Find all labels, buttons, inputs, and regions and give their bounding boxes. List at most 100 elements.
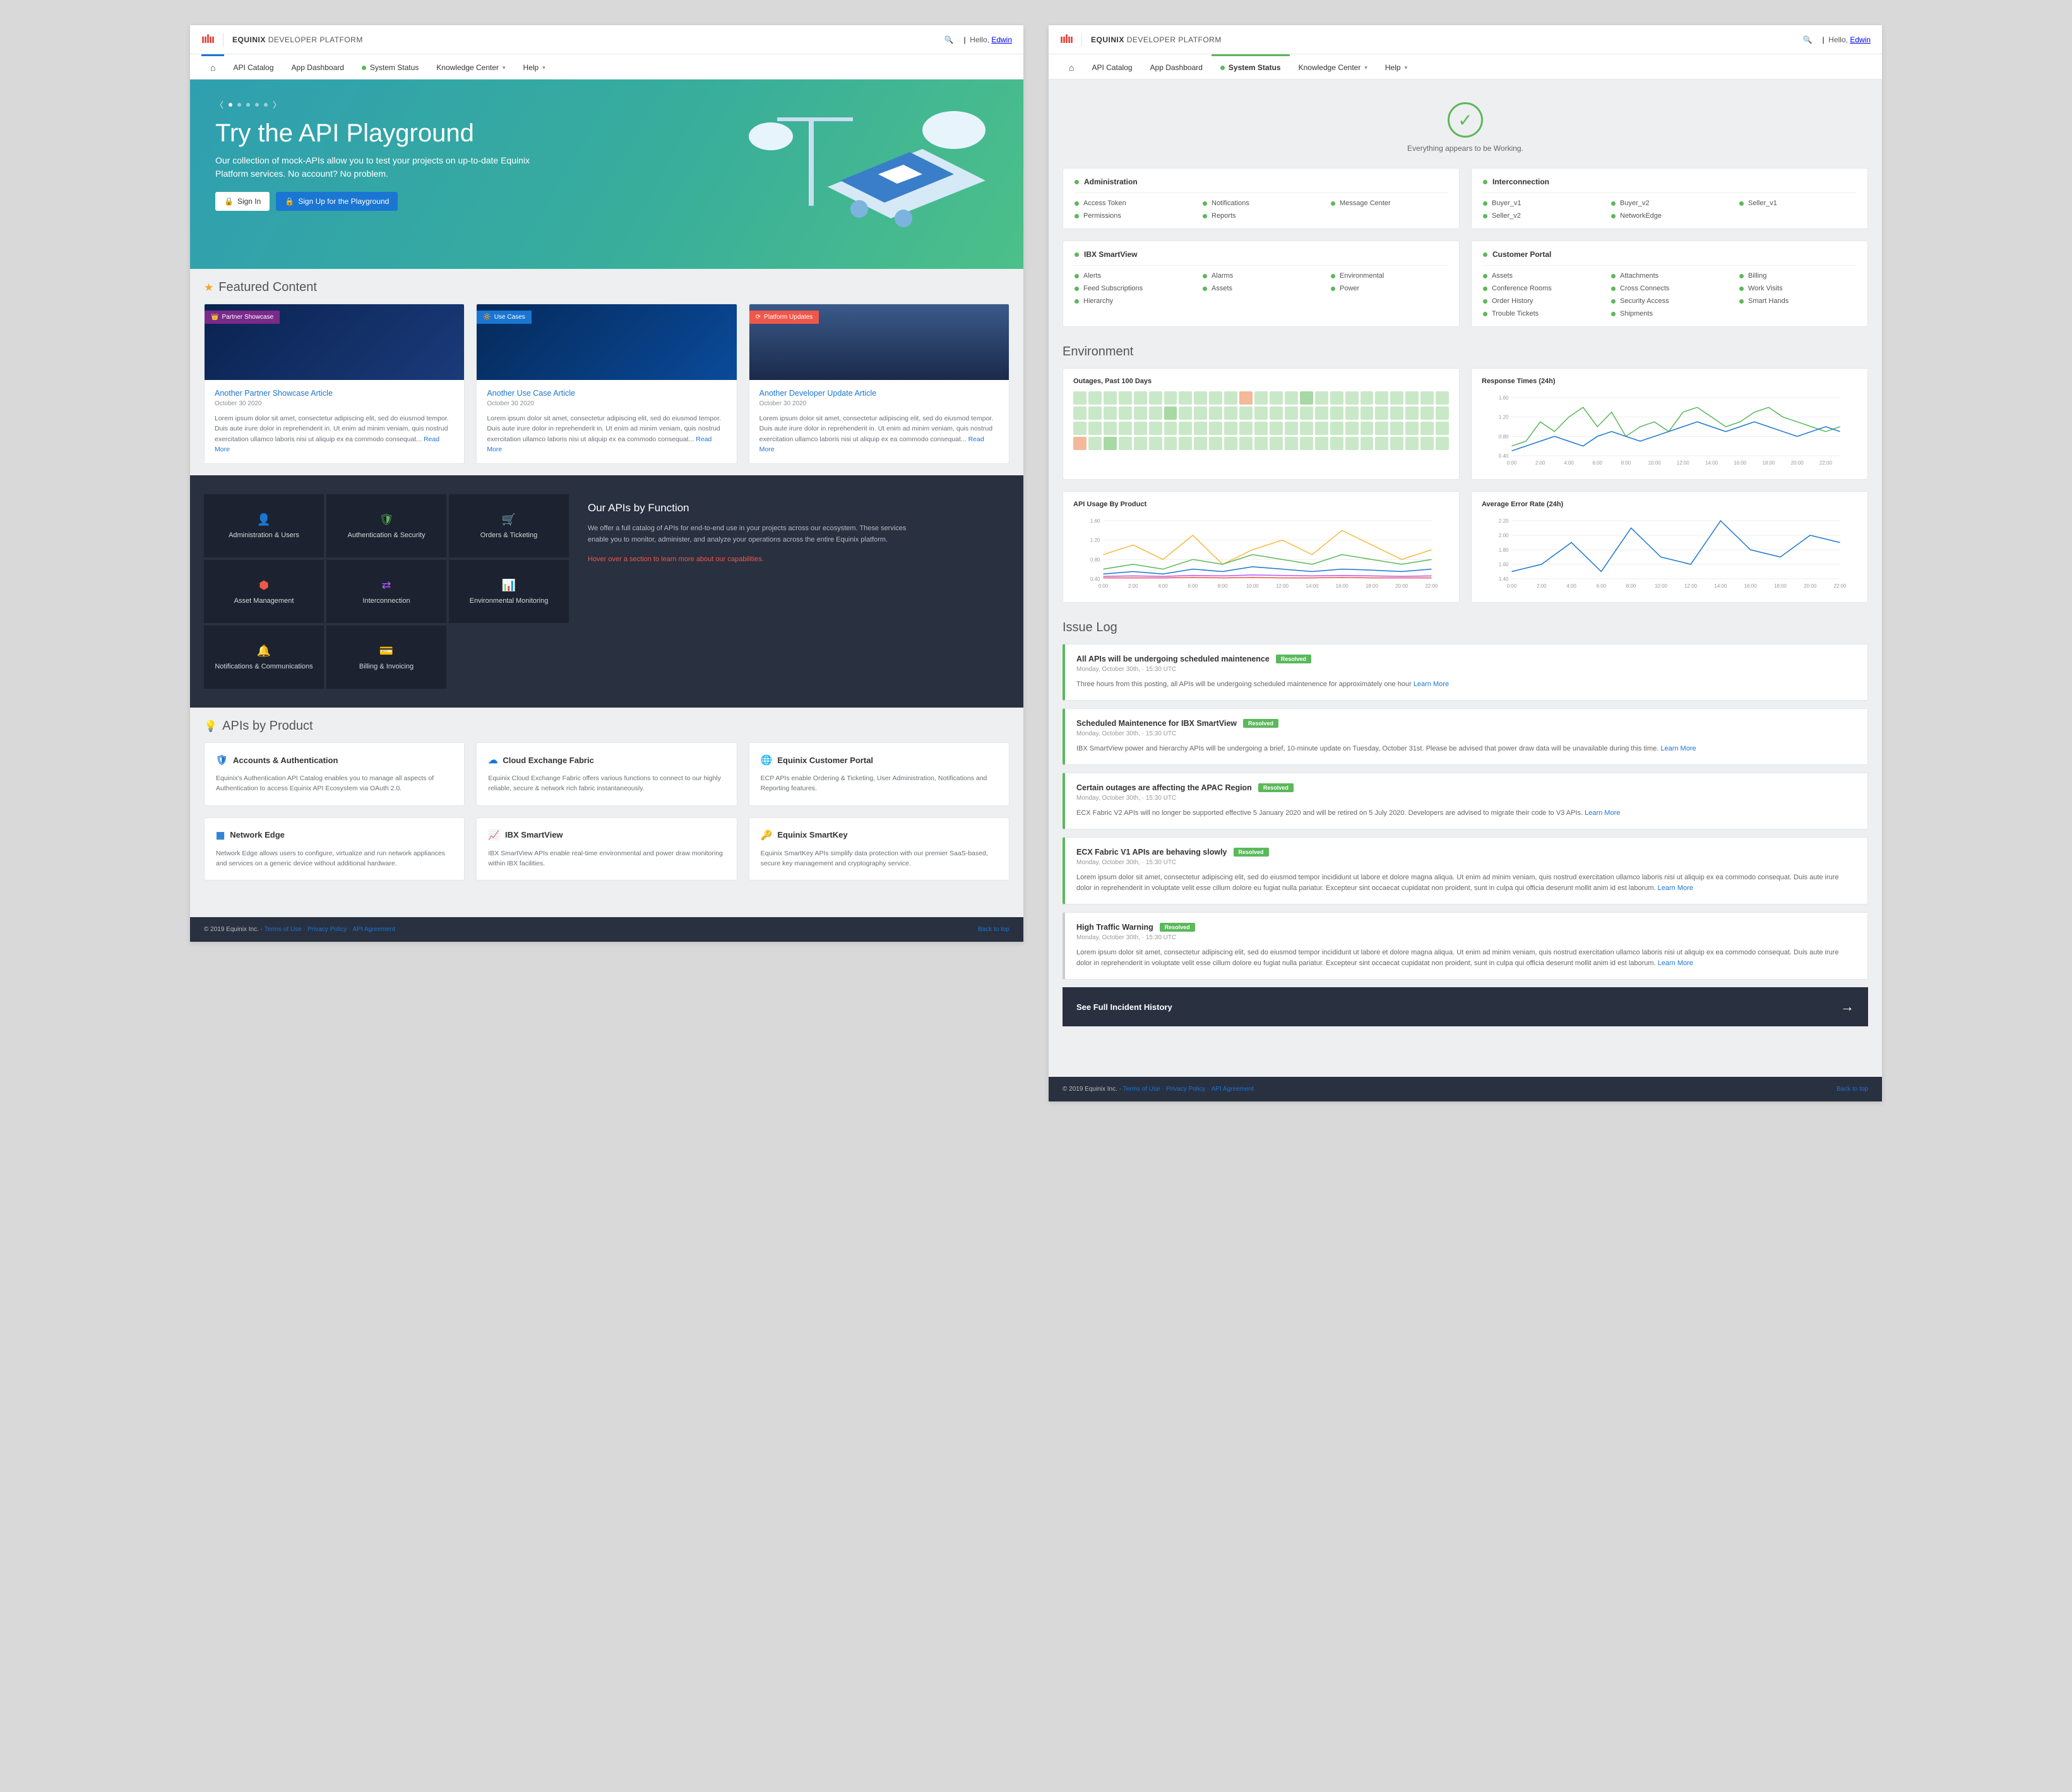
resolved-badge: Resolved xyxy=(1276,655,1311,663)
product-card[interactable]: 📈IBX SmartView IBX SmartView APIs enable… xyxy=(476,817,737,881)
brand-name: EQUINIX xyxy=(232,35,266,44)
footer-link[interactable]: Privacy Policy xyxy=(307,926,347,933)
heatmap-cell xyxy=(1164,406,1177,420)
nav-help[interactable]: Help▾ xyxy=(515,54,554,80)
heatmap-cell xyxy=(1254,406,1268,420)
footer-link[interactable]: API Agreement xyxy=(1212,1086,1254,1093)
star-icon: ★ xyxy=(204,282,213,294)
product-card[interactable]: 🌐Equinix Customer Portal ECP APIs enable… xyxy=(749,742,1009,806)
read-more-link[interactable]: Read More xyxy=(215,436,439,453)
nav-api-catalog[interactable]: API Catalog xyxy=(224,54,282,80)
nav-system-status[interactable]: System Status xyxy=(1212,54,1290,80)
heatmap-cell xyxy=(1134,406,1147,420)
footer-link[interactable]: Terms of Use xyxy=(1123,1086,1160,1093)
function-cell[interactable]: ⇄ Interconnection xyxy=(326,560,446,623)
heatmap-cell xyxy=(1254,437,1268,450)
footer-link[interactable]: API Agreement xyxy=(353,926,395,933)
svg-text:20:00: 20:00 xyxy=(1791,460,1804,466)
learn-more-link[interactable]: Learn More xyxy=(1658,959,1693,967)
status-dot-icon xyxy=(1739,299,1744,304)
pager-dot[interactable] xyxy=(246,103,250,107)
user-link[interactable]: Edwin xyxy=(991,35,1012,44)
signin-button[interactable]: 🔒Sign In xyxy=(215,192,270,211)
status-dot-icon xyxy=(1075,214,1079,218)
product-card[interactable]: ☁Cloud Exchange Fabric Equinix Cloud Exc… xyxy=(476,742,737,806)
heatmap-cell xyxy=(1209,422,1222,435)
svg-text:0:00: 0:00 xyxy=(1507,460,1517,466)
user-link[interactable]: Edwin xyxy=(1850,35,1871,44)
pager-next[interactable]: 〉 xyxy=(273,98,281,110)
logo[interactable]: ıılıı EQUINIX DEVELOPER PLATFORM xyxy=(1060,33,1222,47)
signup-button[interactable]: 🔒Sign Up for the Playground xyxy=(276,192,398,211)
function-cell[interactable]: 🛒 Orders & Ticketing xyxy=(449,494,569,557)
pager-dot[interactable] xyxy=(237,103,241,107)
read-more-link[interactable]: Read More xyxy=(487,436,712,453)
product-icon: 🔑 xyxy=(761,829,773,841)
nav-knowledge-center[interactable]: Knowledge Center▾ xyxy=(1290,54,1376,80)
read-more-link[interactable]: Read More xyxy=(759,436,984,453)
heatmap-cell xyxy=(1360,422,1374,435)
badge-icon: 👑 xyxy=(211,314,218,321)
back-to-top[interactable]: Back to top xyxy=(1837,1086,1868,1093)
function-cell[interactable]: 🛡 Authentication & Security xyxy=(326,494,446,557)
heatmap-cell xyxy=(1405,391,1419,405)
nav-home[interactable]: ⌂ xyxy=(1060,54,1083,80)
svg-text:8:00: 8:00 xyxy=(1218,583,1228,589)
function-cell[interactable]: ⬢ Asset Management xyxy=(204,560,324,623)
logo[interactable]: ıılıı EQUINIX DEVELOPER PLATFORM xyxy=(201,33,363,47)
heatmap-cell xyxy=(1330,391,1343,405)
product-card[interactable]: 🔑Equinix SmartKey Equinix SmartKey APIs … xyxy=(749,817,1009,881)
footer-link[interactable]: Terms of Use xyxy=(265,926,302,933)
learn-more-link[interactable]: Learn More xyxy=(1414,680,1449,688)
nav-app-dashboard[interactable]: App Dashboard xyxy=(283,54,353,80)
heatmap-cell xyxy=(1119,437,1132,450)
heatmap-cell xyxy=(1405,422,1419,435)
nav-app-dashboard[interactable]: App Dashboard xyxy=(1141,54,1212,80)
function-label: Interconnection xyxy=(362,597,410,605)
nav-system-status[interactable]: System Status xyxy=(353,54,427,80)
nav-home[interactable]: ⌂ xyxy=(201,54,224,80)
status-page: ıılıı EQUINIX DEVELOPER PLATFORM 🔍 | Hel… xyxy=(1049,25,1882,1101)
search-icon[interactable]: 🔍 xyxy=(1803,35,1813,44)
pager-prev[interactable]: 〈 xyxy=(215,98,223,110)
product-card[interactable]: 🛡Accounts & Authentication Equinix's Aut… xyxy=(204,742,465,806)
card-badge: ⟳Platform Updates xyxy=(749,311,819,324)
status-item: Assets xyxy=(1203,285,1319,292)
featured-card[interactable]: 🔆Use Cases Another Use Case Article Octo… xyxy=(476,304,737,464)
function-cell[interactable]: 📊 Environmental Monitoring xyxy=(449,560,569,623)
nav-knowledge-center[interactable]: Knowledge Center▾ xyxy=(427,54,514,80)
featured-card[interactable]: 👑Partner Showcase Another Partner Showca… xyxy=(204,304,465,464)
products-section: 💡APIs by Product 🛡Accounts & Authenticat… xyxy=(190,708,1023,892)
pager-dot[interactable] xyxy=(255,103,259,107)
learn-more-link[interactable]: Learn More xyxy=(1658,884,1693,892)
function-cell[interactable]: 🔔 Notifications & Communications xyxy=(204,626,324,689)
status-dot-icon xyxy=(1483,201,1487,206)
heatmap-cell xyxy=(1194,437,1207,450)
search-icon[interactable]: 🔍 xyxy=(944,35,954,44)
learn-more-link[interactable]: Learn More xyxy=(1660,745,1696,752)
status-group-title: IBX SmartView xyxy=(1075,250,1448,266)
status-dot-icon xyxy=(1739,201,1744,206)
pager-dot[interactable] xyxy=(229,103,232,107)
learn-more-link[interactable]: Learn More xyxy=(1585,809,1620,817)
heatmap-cell xyxy=(1330,437,1343,450)
back-to-top[interactable]: Back to top xyxy=(978,926,1009,933)
see-full-history[interactable]: See Full Incident History→ xyxy=(1063,987,1868,1026)
issue-date: Monday, October 30th, · 15:30 UTC xyxy=(1076,730,1856,737)
chevron-down-icon: ▾ xyxy=(542,64,545,71)
nav-api-catalog[interactable]: API Catalog xyxy=(1083,54,1141,80)
product-icon: ☁ xyxy=(488,754,497,766)
function-icon: ⬢ xyxy=(259,579,269,592)
nav-help[interactable]: Help▾ xyxy=(1376,54,1416,80)
heatmap-cell xyxy=(1104,391,1117,405)
svg-text:0.80: 0.80 xyxy=(1090,557,1100,562)
pager-dot[interactable] xyxy=(264,103,268,107)
products-heading: APIs by Product xyxy=(222,719,313,733)
status-group-title: Administration xyxy=(1075,177,1448,193)
function-cell[interactable]: 💳 Billing & Invoicing xyxy=(326,626,446,689)
product-card[interactable]: ▦Network Edge Network Edge allows users … xyxy=(204,817,465,881)
footer-link[interactable]: Privacy Policy xyxy=(1166,1086,1205,1093)
function-cell[interactable]: 👤 Administration & Users xyxy=(204,494,324,557)
heatmap-cell xyxy=(1239,422,1253,435)
featured-card[interactable]: ⟳Platform Updates Another Developer Upda… xyxy=(749,304,1009,464)
